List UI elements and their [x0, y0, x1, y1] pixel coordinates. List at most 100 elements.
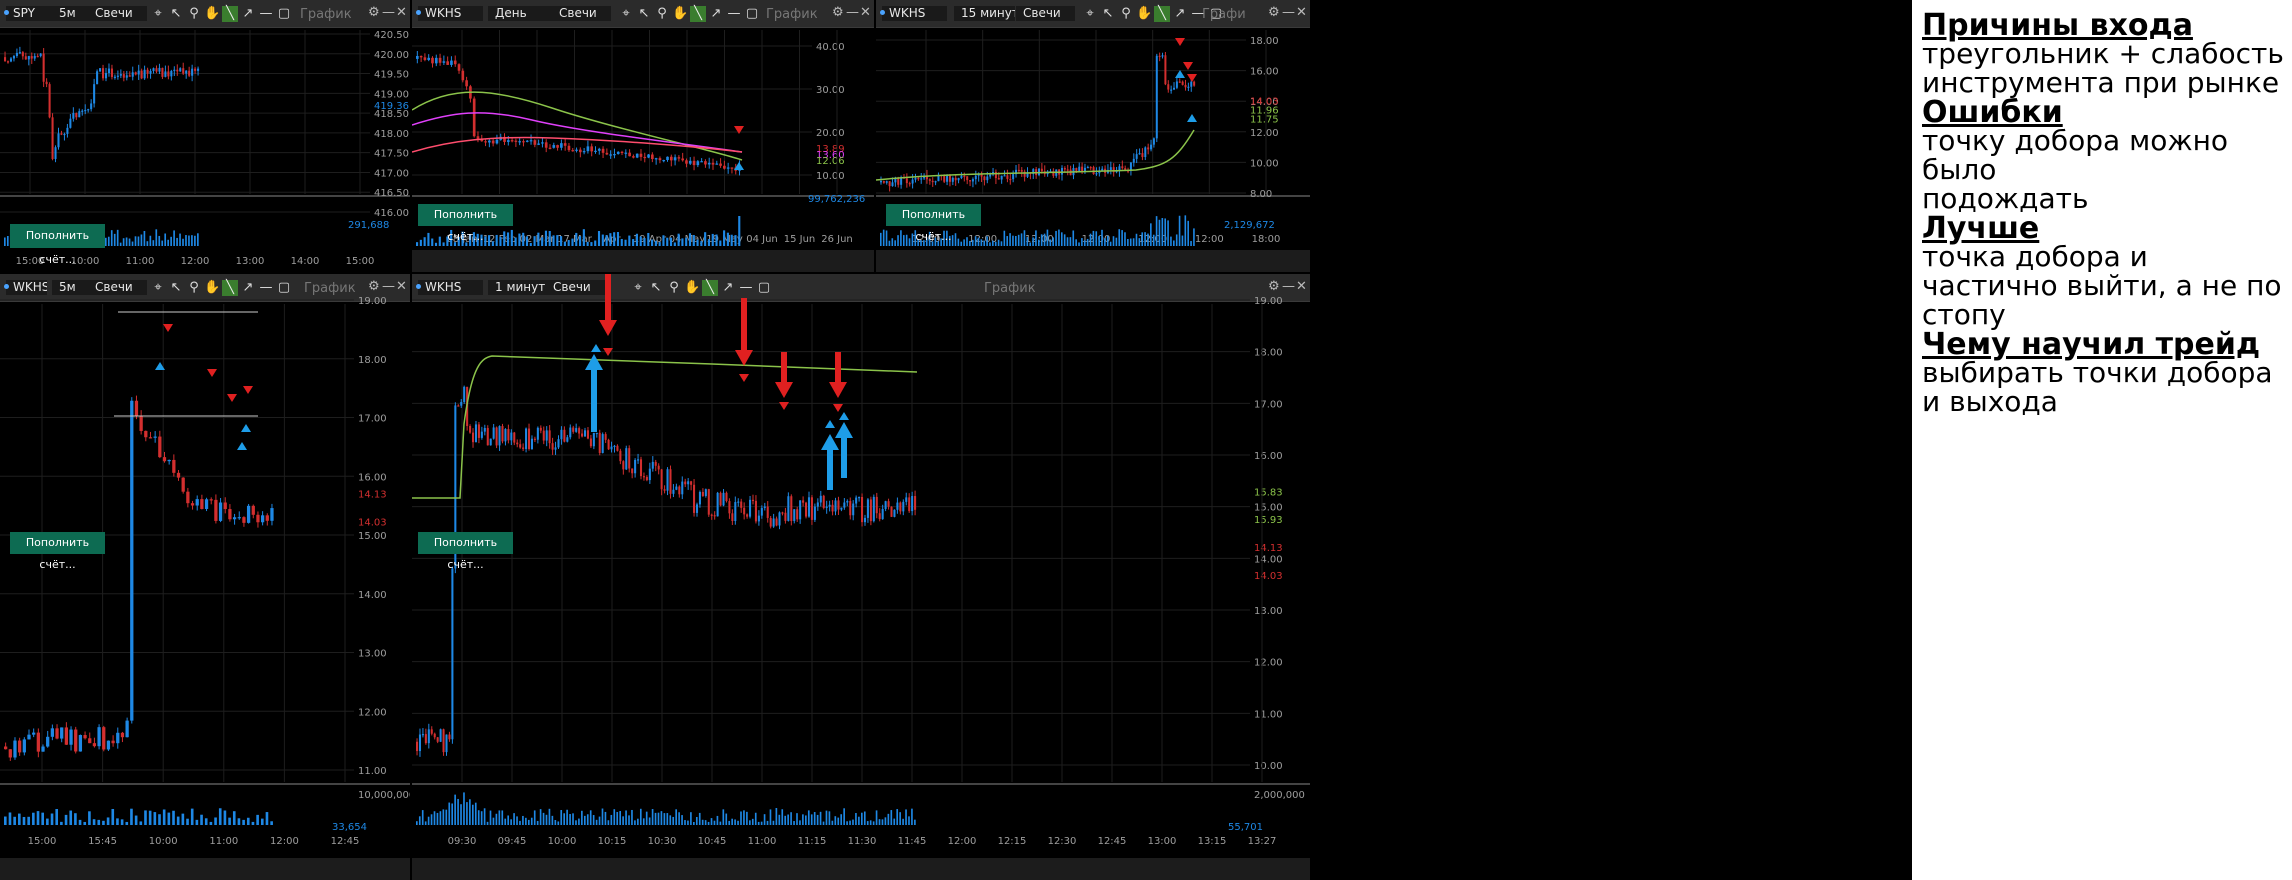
volume-bar	[242, 819, 245, 825]
price-tick-label: 12.00	[1254, 658, 1283, 669]
volume-bar	[1038, 239, 1040, 246]
volume-bar	[778, 814, 781, 825]
volume-bar	[1127, 239, 1129, 246]
candle	[421, 734, 424, 736]
candle	[1158, 55, 1161, 58]
candle	[492, 427, 495, 439]
volume-bar	[1006, 236, 1009, 246]
candle	[434, 57, 438, 64]
deposit-button[interactable]: Пополнить счёт...	[418, 532, 513, 571]
candle	[685, 160, 688, 164]
volume-bar	[986, 236, 988, 246]
volume-bar	[743, 810, 745, 825]
chart-panel-wkhs-5m: WKHS 5м Свечи ⌖ ↖ ⚲ ✋ ╲ ↗ — ▢ График ⚙ — ✕ 19.00 18.00 17…	[0, 274, 410, 880]
chart-canvas[interactable]: 19.00 18.00 17.00 16.00 15.00 14.00 13.00 12.00…	[412, 274, 1310, 880]
candle	[530, 438, 533, 450]
volume-bar	[32, 812, 35, 825]
candle	[106, 740, 111, 750]
deposit-button[interactable]: Пополнить счёт...	[418, 204, 513, 243]
candle	[527, 428, 531, 450]
time-tick-label: 12:45	[1098, 836, 1127, 847]
candle	[1167, 84, 1170, 90]
candle	[579, 149, 582, 153]
candle	[905, 178, 908, 184]
candle	[760, 508, 763, 516]
candle	[64, 727, 69, 745]
time-tick-label: 15 Jun	[784, 234, 816, 245]
candle	[148, 437, 153, 439]
time-tick-label: 15:45	[88, 836, 117, 847]
candle	[578, 428, 581, 434]
volume-bar	[474, 802, 477, 825]
candle	[419, 55, 423, 58]
volume-bar	[144, 810, 147, 825]
candle	[700, 161, 703, 163]
candle	[218, 502, 223, 521]
volume-bar	[908, 816, 910, 825]
candle	[442, 729, 445, 753]
candle	[439, 729, 442, 742]
volume-bar	[575, 232, 578, 246]
volume-bar	[60, 821, 63, 825]
volume-bar	[843, 808, 845, 825]
candle	[186, 491, 190, 504]
candle	[24, 56, 27, 60]
deposit-button[interactable]: Пополнить счёт...	[10, 224, 105, 266]
volume-bar	[419, 239, 422, 246]
candle	[989, 174, 992, 177]
price-tick-label: 11.00	[358, 766, 387, 777]
volume-bar	[1083, 240, 1086, 246]
volume-bar	[418, 816, 421, 825]
volume-bar	[684, 820, 686, 825]
time-navigator-scrollbar[interactable]	[412, 250, 874, 272]
volume-bar	[469, 799, 471, 825]
time-navigator-scrollbar[interactable]	[876, 250, 1310, 272]
time-navigator-scrollbar[interactable]	[0, 858, 410, 880]
volume-bar	[700, 241, 703, 246]
candle	[1161, 55, 1164, 57]
volume-bar	[810, 814, 813, 825]
volume-bar	[583, 815, 586, 825]
volume-bar	[1129, 238, 1132, 246]
deposit-button[interactable]: Пополнить счёт...	[886, 204, 981, 243]
candle	[628, 152, 631, 157]
time-navigator-scrollbar[interactable]	[412, 858, 1310, 880]
volume-bar	[840, 814, 843, 825]
candle	[167, 459, 171, 462]
candle	[489, 438, 492, 446]
sell-marker	[833, 404, 843, 412]
volume-bar	[954, 233, 957, 246]
candle	[107, 68, 111, 74]
chart-canvas[interactable]: 19.00 18.00 17.00 16.00 15.00 14.00 13.00 12.00…	[0, 274, 410, 880]
deposit-button[interactable]: Пополнить счёт...	[10, 532, 105, 571]
candle	[474, 424, 478, 443]
candle	[102, 68, 105, 79]
volume-bar	[567, 240, 570, 246]
candle	[643, 156, 647, 159]
candle	[1173, 87, 1176, 90]
volume-bar	[148, 810, 152, 825]
candle	[97, 727, 101, 747]
candle	[796, 509, 799, 520]
volume-bar	[416, 821, 418, 825]
candle	[575, 428, 578, 432]
volume-bar	[1158, 219, 1161, 246]
volume-bar	[837, 817, 840, 825]
candle	[639, 153, 643, 157]
price-tick-label: 12.00	[358, 707, 387, 718]
volume-bar	[635, 233, 638, 246]
candle	[116, 732, 120, 744]
candle	[631, 468, 634, 474]
candle	[997, 178, 1000, 180]
volume-bar	[466, 802, 468, 825]
candle	[488, 140, 491, 143]
candle	[552, 145, 556, 148]
candle	[1170, 89, 1173, 91]
candle	[715, 163, 719, 165]
candle	[461, 70, 465, 81]
volume-bar	[460, 804, 462, 825]
candle	[637, 459, 640, 461]
candle	[1147, 147, 1150, 150]
candle	[911, 179, 914, 184]
volume-bar	[200, 814, 203, 825]
